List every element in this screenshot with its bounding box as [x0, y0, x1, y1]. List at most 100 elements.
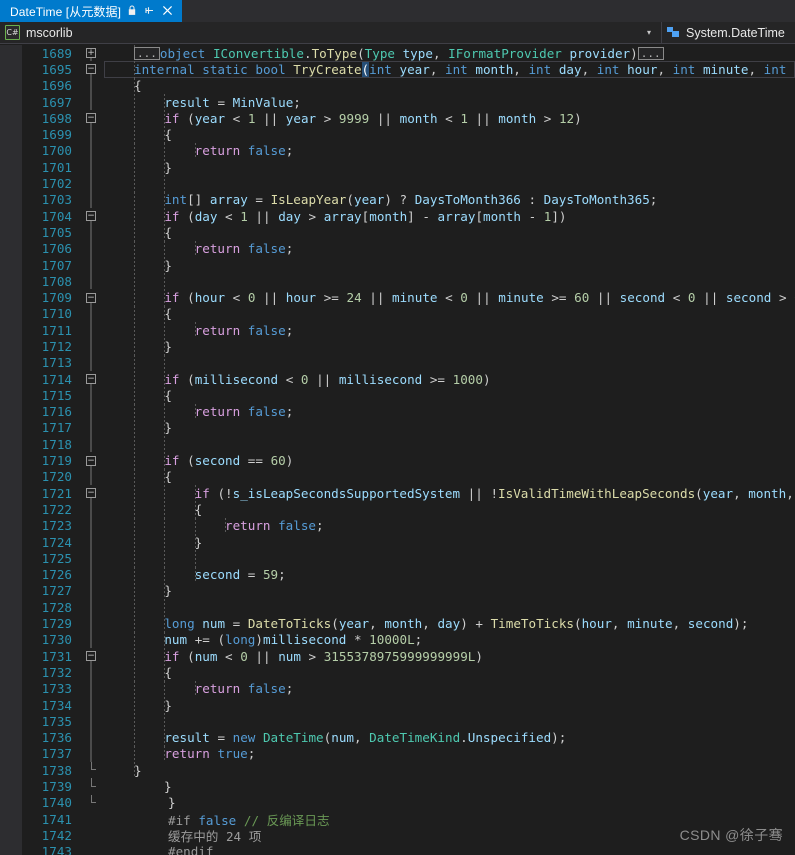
code-line[interactable]: 1736 result = new DateTime(num, DateTime…: [0, 729, 795, 746]
outlining-margin[interactable]: [78, 778, 104, 794]
outlining-margin[interactable]: [78, 403, 104, 420]
code-text-cell[interactable]: }: [104, 256, 795, 274]
code-line[interactable]: 1712 }: [0, 338, 795, 355]
code-text-cell[interactable]: }: [104, 419, 795, 437]
code-line[interactable]: 1689 + ... object IConvertible.ToType(Type …: [0, 45, 795, 62]
code-line[interactable]: 1699 {: [0, 126, 795, 143]
code-line[interactable]: 1707 }: [0, 256, 795, 274]
code-text-cell[interactable]: }: [104, 778, 795, 794]
outlining-margin[interactable]: [78, 191, 104, 208]
code-line[interactable]: 1706 return false;: [0, 240, 795, 257]
outlining-margin[interactable]: [78, 631, 104, 648]
outlining-margin[interactable]: [78, 273, 104, 290]
tab-datetime[interactable]: DateTime [从元数据]: [0, 0, 183, 22]
code-text-cell[interactable]: internal static bool TryCreate(int year,…: [104, 61, 795, 78]
breakpoint-margin[interactable]: [0, 680, 22, 697]
code-line[interactable]: 1732 {: [0, 664, 795, 681]
outlining-margin[interactable]: [78, 468, 104, 486]
outlining-margin[interactable]: −: [78, 61, 104, 78]
outlining-margin[interactable]: −: [78, 485, 104, 502]
code-text-cell[interactable]: }: [104, 338, 795, 355]
breakpoint-margin[interactable]: [0, 338, 22, 355]
collapse-icon[interactable]: −: [86, 292, 96, 303]
outlining-margin[interactable]: [78, 729, 104, 746]
breakpoint-margin[interactable]: [0, 696, 22, 714]
outlining-margin[interactable]: [78, 305, 104, 323]
breakpoint-margin[interactable]: [0, 745, 22, 763]
code-line[interactable]: 1719− if (second == 60): [0, 452, 795, 469]
code-line[interactable]: 1737 return true;: [0, 745, 795, 763]
code-text-cell[interactable]: int[] array = IsLeapYear(year) ? DaysToM…: [104, 191, 795, 208]
code-text-cell[interactable]: }: [104, 159, 795, 176]
breakpoint-margin[interactable]: [0, 322, 22, 339]
code-line[interactable]: 1698− if (year < 1 || year > 9999 || mon…: [0, 110, 795, 127]
code-line[interactable]: 1703 int[] array = IsLeapYear(year) ? Da…: [0, 191, 795, 208]
code-text-cell[interactable]: if (second == 60): [104, 452, 795, 469]
outlining-margin[interactable]: [78, 582, 104, 600]
code-line[interactable]: 1715 {: [0, 387, 795, 404]
code-text-cell[interactable]: [104, 599, 795, 616]
code-text-cell[interactable]: return false;: [104, 680, 795, 697]
code-line[interactable]: 1700 return false;: [0, 142, 795, 160]
breakpoint-margin[interactable]: [0, 762, 22, 779]
breakpoint-margin[interactable]: [0, 175, 22, 192]
breakpoint-margin[interactable]: [0, 664, 22, 681]
code-text-cell[interactable]: if (hour < 0 || hour >= 24 || minute < 0…: [104, 289, 795, 306]
code-line[interactable]: 1723 return false;: [0, 517, 795, 534]
breakpoint-margin[interactable]: [0, 45, 22, 62]
breakpoint-margin[interactable]: [0, 110, 22, 127]
breakpoint-margin[interactable]: [0, 240, 22, 257]
code-line[interactable]: 1709− if (hour < 0 || hour >= 24 || minu…: [0, 289, 795, 306]
breakpoint-margin[interactable]: [0, 468, 22, 486]
code-text-cell[interactable]: return false;: [104, 142, 795, 160]
outlining-margin[interactable]: [78, 680, 104, 697]
breakpoint-margin[interactable]: [0, 93, 22, 111]
code-line[interactable]: 1717 }: [0, 419, 795, 437]
code-text-cell[interactable]: return false;: [104, 517, 795, 534]
code-line[interactable]: 1711 return false;: [0, 322, 795, 339]
outlining-margin[interactable]: −: [78, 110, 104, 127]
breakpoint-margin[interactable]: [0, 827, 22, 844]
code-text-cell[interactable]: if (day < 1 || day > array[month] - arra…: [104, 207, 795, 225]
code-line[interactable]: 1704− if (day < 1 || day > array[month] …: [0, 207, 795, 225]
outlining-margin[interactable]: −: [78, 452, 104, 469]
code-editor[interactable]: 1689 + ... object IConvertible.ToType(Type …: [0, 45, 795, 855]
breakpoint-margin[interactable]: [0, 419, 22, 437]
breakpoint-margin[interactable]: [0, 289, 22, 306]
outlining-margin[interactable]: [78, 436, 104, 453]
outlining-margin[interactable]: [78, 175, 104, 192]
outlining-margin[interactable]: [78, 827, 104, 843]
code-line[interactable]: 1725: [0, 550, 795, 567]
code-text-cell[interactable]: }: [104, 696, 795, 714]
breakpoint-margin[interactable]: [0, 142, 22, 160]
breakpoint-margin[interactable]: [0, 550, 22, 567]
outlining-margin[interactable]: [78, 126, 104, 143]
code-text-cell[interactable]: if (year < 1 || year > 9999 || month < 1…: [104, 110, 795, 127]
outlining-margin[interactable]: −: [78, 289, 104, 306]
collapse-icon[interactable]: −: [86, 488, 96, 499]
outlining-margin[interactable]: [78, 696, 104, 714]
outlining-margin[interactable]: −: [78, 371, 104, 388]
breakpoint-margin[interactable]: [0, 631, 22, 648]
outlining-margin[interactable]: [78, 794, 104, 811]
breakpoint-margin[interactable]: [0, 778, 22, 795]
code-line[interactable]: 1701 }: [0, 159, 795, 176]
code-line[interactable]: 1713: [0, 354, 795, 371]
breakpoint-margin[interactable]: [0, 713, 22, 730]
outlining-margin[interactable]: [78, 338, 104, 355]
outlining-margin[interactable]: −: [78, 208, 104, 225]
code-text-cell[interactable]: }: [104, 582, 795, 600]
code-line[interactable]: 1697 result = MinValue;: [0, 93, 795, 111]
outlining-margin[interactable]: [78, 142, 104, 160]
code-line[interactable]: 1716 return false;: [0, 403, 795, 420]
outlining-margin[interactable]: [78, 322, 104, 339]
breakpoint-margin[interactable]: [0, 647, 22, 665]
breakpoint-margin[interactable]: [0, 599, 22, 616]
code-line[interactable]: 1720 {: [0, 468, 795, 486]
breakpoint-margin[interactable]: [0, 810, 22, 828]
pin-icon[interactable]: [143, 5, 154, 18]
breakpoint-margin[interactable]: [0, 533, 22, 551]
code-line[interactable]: 1727 }: [0, 582, 795, 600]
code-line[interactable]: 1733 return false;: [0, 680, 795, 697]
outlining-margin[interactable]: [78, 256, 104, 274]
